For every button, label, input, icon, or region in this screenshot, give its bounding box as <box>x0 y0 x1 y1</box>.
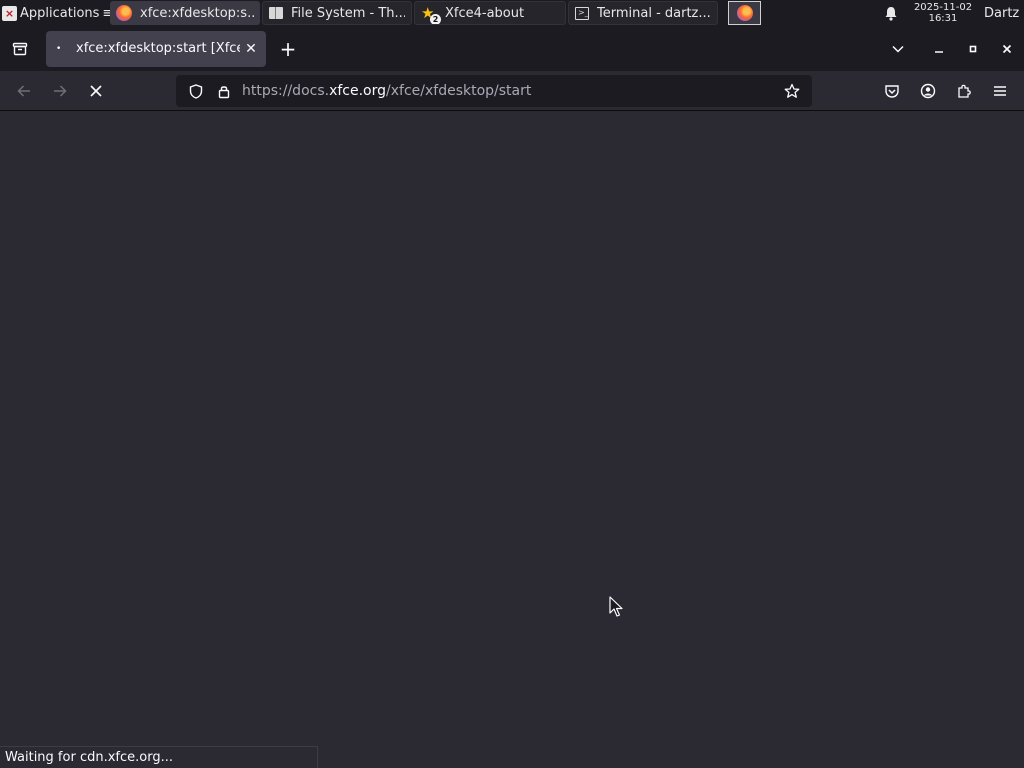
minimize-button[interactable] <box>922 26 956 71</box>
loading-indicator-icon: • <box>56 43 62 54</box>
taskbar-item-label: Xfce4-about <box>445 5 525 21</box>
applications-menu-glyph: ≡ <box>102 5 110 21</box>
tab-title: xfce:xfdesktop:start [Xfce <box>76 41 240 56</box>
panel-clock[interactable]: 2025-11-02 16:31 <box>910 2 976 24</box>
plus-icon: + <box>279 36 297 61</box>
window-count-badge: 2 <box>430 14 441 24</box>
toolbar-right-buttons <box>874 71 1024 111</box>
bookmark-star-icon[interactable] <box>778 75 806 107</box>
pocket-icon[interactable] <box>874 73 910 109</box>
url-prefix: https://docs. <box>242 83 330 99</box>
panel-tray: 2025-11-02 16:31 Dartz <box>878 0 1024 26</box>
xfce-logo-icon: × <box>2 5 17 21</box>
close-tab-icon[interactable]: ✕ <box>244 41 258 57</box>
taskbar-item-label: Terminal - dartz... <box>597 5 711 21</box>
close-window-button[interactable] <box>990 26 1024 71</box>
clock-time: 16:31 <box>928 13 958 24</box>
firefox-launcher[interactable] <box>728 1 761 25</box>
page-content-area: Waiting for cdn.xfce.org... <box>0 111 1024 768</box>
tracking-protection-shield-icon[interactable] <box>182 75 210 107</box>
terminal-icon: >_ <box>575 6 589 20</box>
xfce-panel: × Applications ≡ xfce:xfdesktop:s... Fil… <box>0 0 1024 26</box>
url-path: /xfce/xfdesktop/start <box>386 83 532 99</box>
hamburger-menu-icon[interactable] <box>982 73 1018 109</box>
taskbar-item-label: xfce:xfdesktop:s... <box>140 5 254 21</box>
taskbar-item-terminal[interactable]: >_ Terminal - dartz... <box>568 1 718 25</box>
taskbar-item-label: File System - Th... <box>291 5 405 21</box>
new-tab-button[interactable]: + <box>270 31 306 67</box>
window-controls <box>874 26 1024 71</box>
file-manager-icon <box>269 7 283 19</box>
taskbar-item-xfce4-about[interactable]: ★ 2 Xfce4-about <box>414 1 566 25</box>
star-icon: ★ 2 <box>421 4 441 24</box>
maximize-button[interactable] <box>956 26 990 71</box>
navigation-toolbar: https://docs.xfce.org/xfce/xfdesktop/sta… <box>0 71 1024 111</box>
firefox-view-icon[interactable] <box>0 26 40 71</box>
notification-bell-icon[interactable] <box>878 6 904 21</box>
address-bar[interactable]: https://docs.xfce.org/xfce/xfdesktop/sta… <box>176 75 812 107</box>
firefox-icon <box>116 5 132 21</box>
firefox-icon <box>736 5 753 21</box>
stop-loading-button[interactable] <box>78 73 114 109</box>
browser-tab-strip: • xfce:xfdesktop:start [Xfce ✕ + <box>0 26 1024 71</box>
account-icon[interactable] <box>910 73 946 109</box>
back-button[interactable] <box>6 73 42 109</box>
taskbar-item-firefox[interactable]: xfce:xfdesktop:s... <box>110 1 260 25</box>
extensions-icon[interactable] <box>946 73 982 109</box>
user-menu[interactable]: Dartz <box>984 6 1024 21</box>
status-panel: Waiting for cdn.xfce.org... <box>0 746 318 768</box>
applications-label: Applications <box>20 5 100 21</box>
url-text[interactable]: https://docs.xfce.org/xfce/xfdesktop/sta… <box>242 83 531 99</box>
url-host: xfce.org <box>329 83 387 99</box>
forward-button[interactable] <box>42 73 78 109</box>
taskbar-item-file-manager[interactable]: File System - Th... <box>262 1 412 25</box>
mouse-cursor-icon <box>609 596 623 622</box>
applications-menu-button[interactable]: × Applications ≡ <box>0 0 110 26</box>
clock-date: 2025-11-02 <box>913 2 973 13</box>
browser-tab-active[interactable]: • xfce:xfdesktop:start [Xfce ✕ <box>46 30 266 67</box>
list-all-tabs-button[interactable] <box>874 26 922 71</box>
lock-icon[interactable] <box>210 75 238 107</box>
